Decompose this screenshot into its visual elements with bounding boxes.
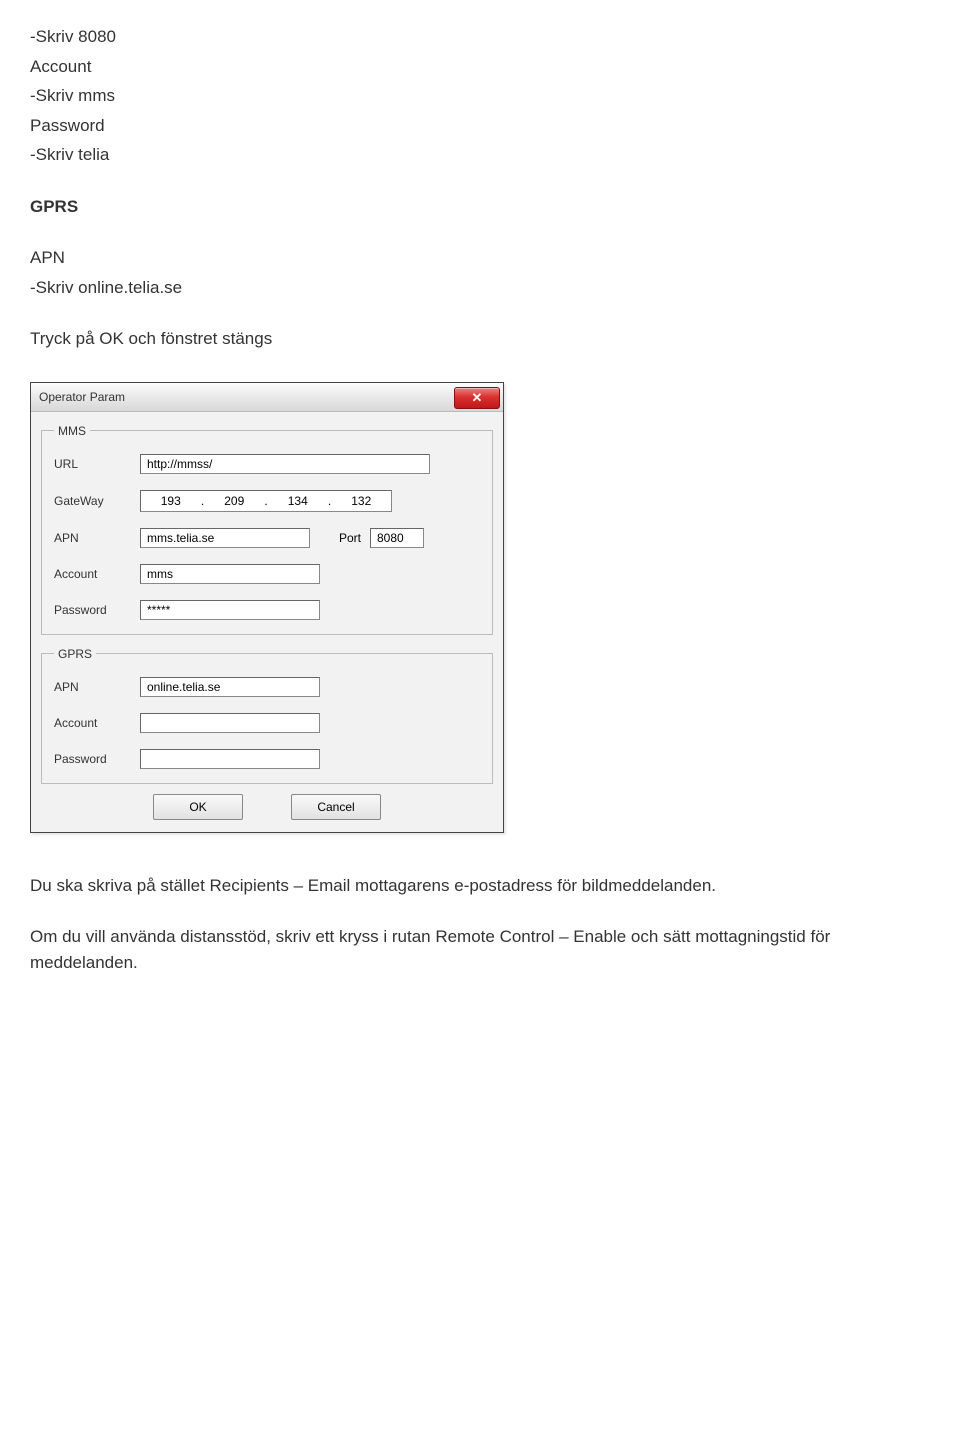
gprs-heading: GPRS bbox=[30, 194, 930, 220]
dialog-titlebar: Operator Param ✕ bbox=[31, 383, 503, 412]
mms-legend: MMS bbox=[54, 422, 90, 440]
doc-line: -Skriv telia bbox=[30, 142, 930, 168]
mms-group: MMS URL GateWay 193 . 209 . 134 . 132 AP… bbox=[41, 422, 493, 635]
mms-port-input[interactable] bbox=[370, 528, 424, 548]
gprs-account-input[interactable] bbox=[140, 713, 320, 733]
doc-line: -Skriv mms bbox=[30, 83, 930, 109]
mms-password-input[interactable] bbox=[140, 600, 320, 620]
ok-button[interactable]: OK bbox=[153, 794, 243, 820]
gprs-password-input[interactable] bbox=[140, 749, 320, 769]
doc-paragraph: Om du vill använda distansstöd, skriv et… bbox=[30, 924, 930, 975]
close-icon: ✕ bbox=[472, 388, 483, 408]
mms-gateway-input[interactable]: 193 . 209 . 134 . 132 bbox=[140, 490, 392, 512]
operator-param-dialog: Operator Param ✕ MMS URL GateWay 193 . 2… bbox=[30, 382, 504, 833]
ip-octet-3: 134 bbox=[268, 492, 328, 510]
dialog-title: Operator Param bbox=[39, 388, 125, 406]
gprs-apn-label: APN bbox=[54, 678, 140, 696]
dialog-body: MMS URL GateWay 193 . 209 . 134 . 132 AP… bbox=[31, 412, 503, 832]
cancel-button[interactable]: Cancel bbox=[291, 794, 381, 820]
mms-account-label: Account bbox=[54, 565, 140, 583]
close-button[interactable]: ✕ bbox=[454, 387, 500, 409]
gprs-legend: GPRS bbox=[54, 645, 96, 663]
gprs-account-label: Account bbox=[54, 714, 140, 732]
mms-port-label: Port bbox=[330, 529, 370, 547]
mms-url-input[interactable] bbox=[140, 454, 430, 474]
doc-line: Tryck på OK och fönstret stängs bbox=[30, 326, 930, 352]
gprs-apn-input[interactable] bbox=[140, 677, 320, 697]
doc-line: -Skriv 8080 bbox=[30, 24, 930, 50]
gprs-password-label: Password bbox=[54, 750, 140, 768]
doc-line: Password bbox=[30, 113, 930, 139]
ip-octet-4: 132 bbox=[332, 492, 392, 510]
doc-line: -Skriv online.telia.se bbox=[30, 275, 930, 301]
mms-apn-label: APN bbox=[54, 529, 140, 547]
doc-paragraph: Du ska skriva på stället Recipients – Em… bbox=[30, 873, 930, 899]
doc-line: Account bbox=[30, 54, 930, 80]
mms-url-label: URL bbox=[54, 455, 140, 473]
ip-octet-1: 193 bbox=[141, 492, 201, 510]
gprs-group: GPRS APN Account Password bbox=[41, 645, 493, 784]
mms-gateway-label: GateWay bbox=[54, 492, 140, 510]
mms-apn-input[interactable] bbox=[140, 528, 310, 548]
mms-account-input[interactable] bbox=[140, 564, 320, 584]
mms-password-label: Password bbox=[54, 601, 140, 619]
ip-octet-2: 209 bbox=[205, 492, 265, 510]
doc-line: APN bbox=[30, 245, 930, 271]
